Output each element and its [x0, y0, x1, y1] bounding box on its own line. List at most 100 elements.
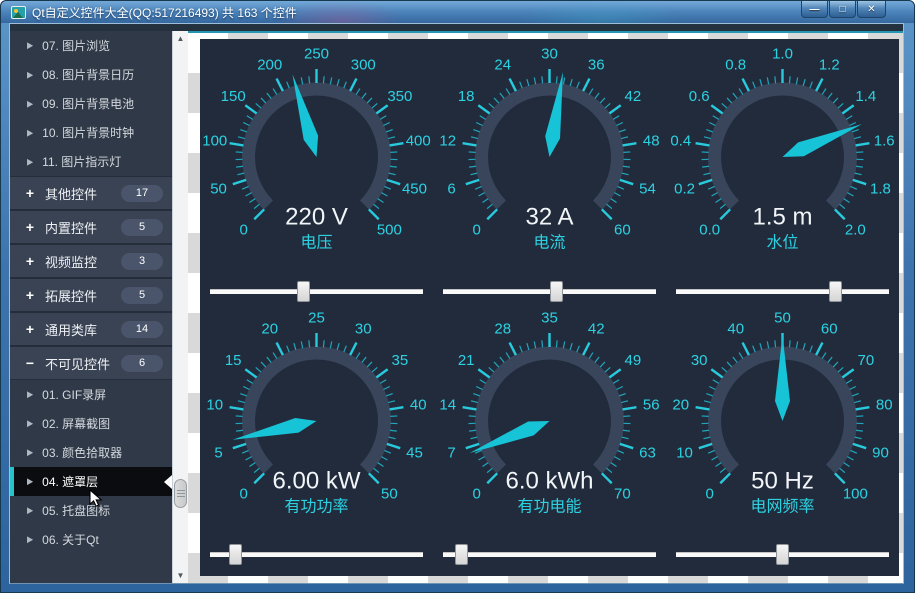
slider-track[interactable] [210, 289, 423, 294]
slider-handle[interactable] [455, 544, 468, 565]
sidebar-item-label: 09. 图片背景电池 [42, 95, 134, 112]
gauge-water-level-slider[interactable] [666, 281, 899, 303]
sidebar-item-12[interactable]: ▶ 01. GIF录屏 [10, 380, 172, 409]
chevron-right-icon: ▶ [27, 70, 33, 80]
slider-track[interactable] [676, 289, 889, 294]
sidebar-item-label: 10. 图片背景时钟 [42, 124, 134, 141]
sidebar-item-13[interactable]: ▶ 02. 屏幕截图 [10, 409, 172, 438]
sidebar-item-4[interactable]: ▶ 10. 图片背景时钟 [10, 118, 172, 147]
gauge-voltage-slider[interactable] [200, 281, 433, 303]
gauge-tick-label: 1.0 [772, 46, 793, 63]
gauge-tick-label: 54 [639, 180, 656, 197]
sidebar-item-label: 02. 屏幕截图 [42, 415, 110, 432]
gauge-tick-label: 30 [355, 320, 372, 337]
slider-handle[interactable] [550, 281, 563, 302]
sidebar-item-3[interactable]: ▶ 09. 图片背景电池 [10, 89, 172, 118]
slider-track[interactable] [443, 552, 656, 557]
expand-plus-icon: + [23, 185, 37, 201]
chevron-right-icon: ▶ [27, 157, 33, 167]
gauge-tick-label: 15 [225, 351, 242, 368]
maximize-button[interactable]: □ [829, 1, 856, 18]
titlebar[interactable]: Qt自定义控件大全(QQ:517216493) 共 163 个控件 — □ ✕ [1, 1, 914, 23]
sidebar-item-label: 通用类库 [45, 320, 97, 339]
gauge-tick-label: 7 [447, 444, 455, 461]
gauge-active-power-cell: 051015202530354045506.00 kW有功功率 [200, 303, 433, 545]
gauge-tick-label: 450 [402, 180, 427, 197]
sidebar-item-label: 其他控件 [45, 184, 97, 203]
gauge-tick-label: 1.6 [874, 132, 895, 149]
gauge-active-power: 051015202530354045506.00 kW有功功率 [200, 303, 433, 543]
slider-handle[interactable] [297, 281, 310, 302]
app-window: Qt自定义控件大全(QQ:517216493) 共 163 个控件 — □ ✕ … [0, 0, 915, 593]
gauge-tick-label: 0.2 [674, 180, 695, 197]
slider-handle[interactable] [229, 544, 242, 565]
sidebar-item-14[interactable]: ▶03. 颜色拾取器 [10, 438, 172, 467]
count-badge: 14 [121, 321, 163, 338]
app-picture-icon [11, 6, 26, 19]
window-controls: — □ ✕ [800, 1, 886, 18]
expand-plus-icon: + [23, 287, 37, 303]
gauge-title: 电流 [533, 234, 565, 252]
gauge-tick-label: 40 [410, 396, 427, 413]
sidebar-item-label: 01. GIF录屏 [42, 386, 106, 403]
gauge-active-power-slider[interactable] [200, 544, 433, 566]
minimize-button[interactable]: — [801, 1, 828, 18]
gauge-tick-label: 350 [387, 88, 412, 105]
gauge-tick-label: 18 [458, 88, 475, 105]
scroll-up-icon[interactable]: ▲ [173, 31, 188, 46]
sidebar-item-9[interactable]: +拓展控件5 [10, 278, 172, 312]
gauge-tick-label: 35 [541, 309, 558, 326]
sidebar-item-7[interactable]: +内置控件5 [10, 210, 172, 244]
gauge-tick-label: 0 [472, 221, 480, 238]
gauge-tick-label: 2.0 [845, 221, 866, 238]
chevron-right-icon: ▶ [27, 41, 33, 51]
sidebar-item-10[interactable]: +通用类库14 [10, 312, 172, 346]
gauge-tick-label: 56 [643, 396, 660, 413]
gauge-title: 电压 [300, 234, 332, 252]
close-button[interactable]: ✕ [857, 1, 886, 18]
gauge-tick-label: 20 [672, 396, 689, 413]
sidebar-item-17[interactable]: ▶06. 关于Qt [10, 525, 172, 554]
sidebar-item-6[interactable]: + 其他控件 17 [10, 176, 172, 210]
slider-handle[interactable] [776, 544, 789, 565]
mouse-cursor [89, 489, 104, 509]
gauge-tick-label: 0.8 [725, 57, 746, 74]
gauge-tick-label: 14 [439, 396, 456, 413]
scroll-down-icon[interactable]: ▼ [173, 568, 188, 583]
chevron-right-icon: ▶ [27, 448, 33, 458]
gauge-tick-label: 20 [261, 320, 278, 337]
sidebar-item-1[interactable]: ▶ 07. 图片浏览 [10, 31, 172, 60]
gauge-tick-label: 45 [406, 444, 423, 461]
gauge-tick-label: 6 [447, 180, 455, 197]
gauge-water-level: 0.00.20.40.60.81.01.21.41.61.82.01.5 m水位 [666, 39, 899, 279]
sidebar-item-label: 08. 图片背景日历 [42, 66, 134, 83]
sidebar-item-5[interactable]: ▶11. 图片指示灯 [10, 147, 172, 176]
gauge-tick-label: 0 [705, 485, 713, 502]
sidebar-item-2[interactable]: ▶ 08. 图片背景日历 [10, 60, 172, 89]
chevron-right-icon: ▶ [27, 99, 33, 109]
gauge-current-slider[interactable] [433, 281, 666, 303]
count-badge: 17 [121, 185, 163, 202]
gauge-tick-label: 0.0 [699, 221, 720, 238]
chevron-right-icon: ▶ [27, 419, 33, 429]
scrollbar-thumb[interactable] [174, 479, 187, 508]
sidebar-item-8[interactable]: +视频监控3 [10, 244, 172, 278]
gauge-tick-label: 100 [843, 485, 868, 502]
gauge-tick-label: 30 [541, 46, 558, 63]
sidebar-item-label: 内置控件 [45, 218, 97, 237]
sidebar-item-11[interactable]: −不可见控件6 [10, 346, 172, 380]
count-badge: 5 [121, 219, 163, 236]
sidebar-item-label: 07. 图片浏览 [42, 37, 110, 54]
gauge-tick-label: 0.6 [689, 88, 710, 105]
gauge-tick-label: 150 [221, 88, 246, 105]
chevron-right-icon: ▶ [27, 128, 33, 138]
sidebar-scrollbar[interactable]: ▲ ▼ [172, 31, 188, 583]
gauge-active-energy-slider[interactable] [433, 544, 666, 566]
slider-handle[interactable] [829, 281, 842, 302]
gauge-voltage-cell: 050100150200250300350400450500220 V电压 [200, 39, 433, 281]
scrollbar-grip [177, 490, 185, 497]
gauge-tick-label: 21 [458, 351, 475, 368]
gauge-title: 水位 [766, 234, 798, 252]
chevron-right-icon: ▶ [27, 390, 33, 400]
gauge-grid-frequency-slider[interactable] [666, 544, 899, 566]
